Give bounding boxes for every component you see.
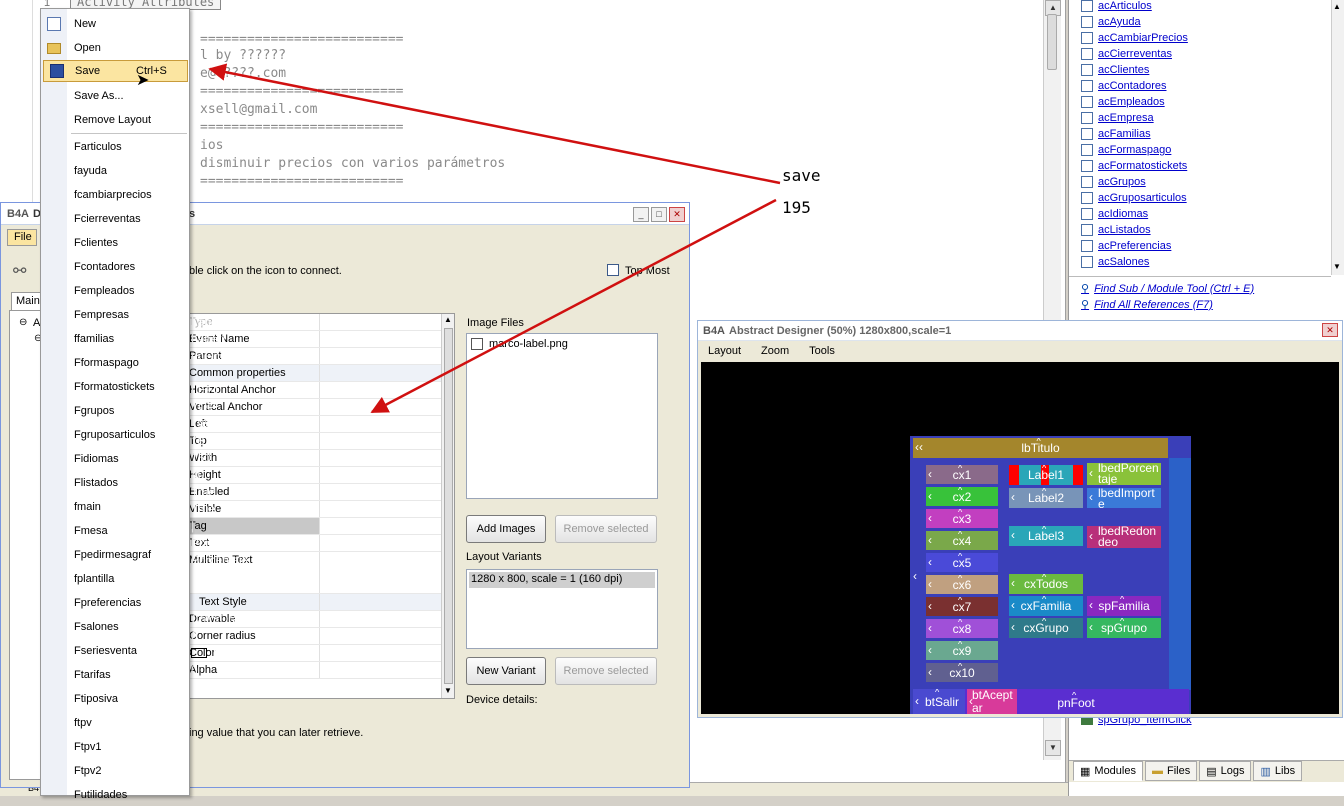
annotation-save-word: save <box>782 166 821 185</box>
annotation-value: 195 <box>782 198 811 217</box>
arrow-to-save <box>208 63 781 185</box>
annotation-arrows <box>208 63 781 414</box>
arrow-to-left-property <box>370 198 777 414</box>
